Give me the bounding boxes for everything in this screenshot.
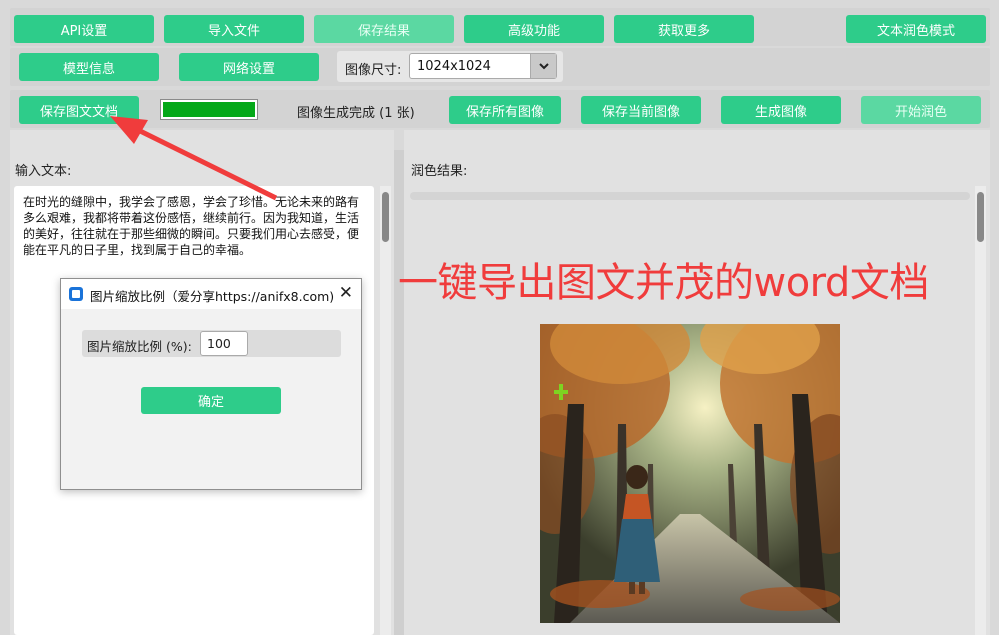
scale-field-row: 图片缩放比例 (%): 100 bbox=[82, 330, 341, 357]
chevron-down-icon[interactable] bbox=[530, 54, 556, 78]
save-all-images-button[interactable]: 保存所有图像 bbox=[449, 96, 561, 124]
status-text: 图像生成完成 (1 张) bbox=[297, 106, 415, 121]
start-polish-button[interactable]: 开始润色 bbox=[861, 96, 981, 124]
polish-result-label: 润色结果: bbox=[411, 164, 468, 179]
left-scrollbar[interactable] bbox=[380, 186, 391, 635]
import-file-button[interactable]: 导入文件 bbox=[164, 15, 304, 43]
get-more-button[interactable]: 获取更多 bbox=[614, 15, 754, 43]
result-top-bar bbox=[410, 192, 970, 200]
image-size-value: 1024x1024 bbox=[417, 59, 491, 74]
annotation-text: 一键导出图文并茂的word文档 bbox=[398, 260, 929, 306]
scale-dialog: 图片缩放比例（爱分享https://anifx8.com) ✕ 图片缩放比例 (… bbox=[60, 278, 362, 490]
text-polish-mode-button[interactable]: 文本润色模式 bbox=[846, 15, 986, 43]
generated-image bbox=[540, 324, 840, 623]
save-current-image-button[interactable]: 保存当前图像 bbox=[581, 96, 701, 124]
scale-input[interactable]: 100 bbox=[200, 331, 248, 356]
advanced-button[interactable]: 高级功能 bbox=[464, 15, 604, 43]
left-scrollbar-thumb[interactable] bbox=[382, 192, 389, 242]
image-size-label: 图像尺寸: bbox=[345, 63, 402, 78]
image-size-select[interactable]: 1024x1024 bbox=[409, 53, 557, 79]
annotation-arrow bbox=[110, 116, 278, 201]
dialog-titlebar[interactable]: 图片缩放比例（爱分享https://anifx8.com) ✕ bbox=[61, 279, 361, 309]
right-scrollbar[interactable] bbox=[975, 186, 986, 635]
generate-image-button[interactable]: 生成图像 bbox=[721, 96, 841, 124]
dialog-title: 图片缩放比例（爱分享https://anifx8.com) bbox=[90, 289, 335, 304]
input-text-label: 输入文本: bbox=[15, 164, 72, 179]
splitter[interactable] bbox=[394, 150, 404, 635]
save-result-button[interactable]: 保存结果 bbox=[314, 15, 454, 43]
network-settings-button[interactable]: 网络设置 bbox=[179, 53, 319, 81]
model-info-button[interactable]: 模型信息 bbox=[19, 53, 159, 81]
scale-field-label: 图片缩放比例 (%): bbox=[87, 339, 192, 354]
api-settings-button[interactable]: API设置 bbox=[14, 15, 154, 43]
close-icon[interactable]: ✕ bbox=[339, 283, 353, 303]
ok-button[interactable]: 确定 bbox=[141, 387, 281, 414]
app-icon bbox=[69, 287, 83, 301]
right-scrollbar-thumb[interactable] bbox=[977, 192, 984, 242]
